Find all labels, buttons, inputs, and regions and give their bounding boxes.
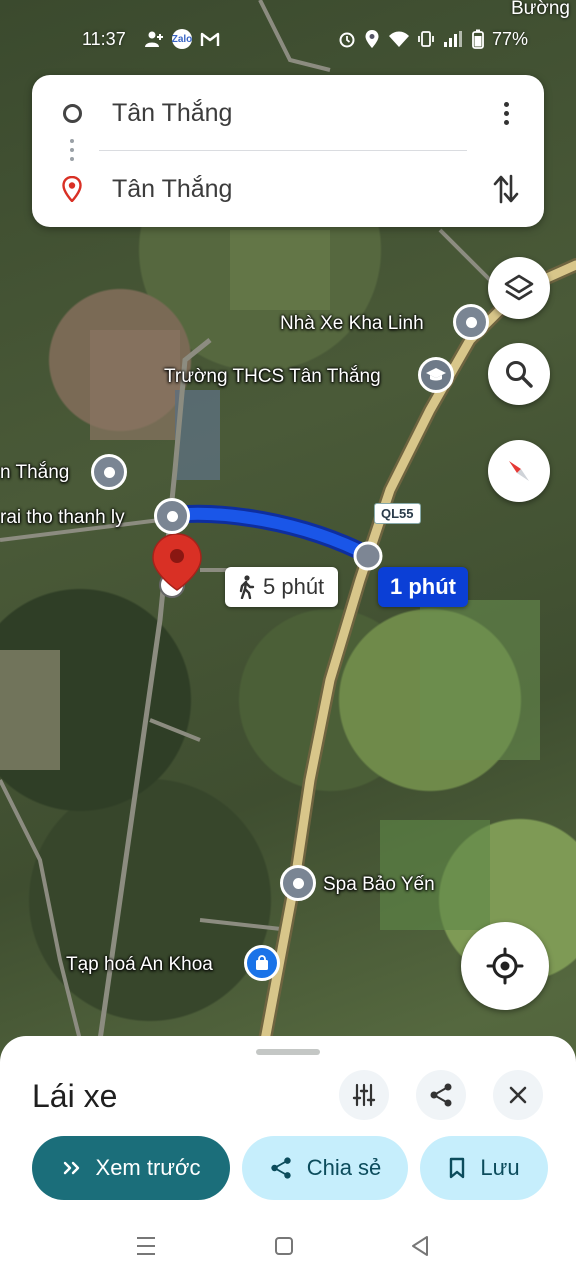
destination-field[interactable]: Tân Thắng: [32, 159, 544, 219]
search-icon: [506, 361, 533, 388]
destination-text: Tân Thắng: [112, 174, 233, 203]
directions-card: Tân Thắng Tân Thắng: [32, 75, 544, 227]
field-patch: [230, 230, 330, 310]
share-icon: [271, 1157, 291, 1179]
origin-field[interactable]: Tân Thắng: [32, 83, 544, 143]
minor-road: [199, 918, 291, 932]
alarm-icon: [339, 32, 355, 48]
back-button[interactable]: [406, 1232, 434, 1260]
route-end-node: [353, 541, 383, 571]
close-icon: [509, 1086, 527, 1104]
map-pin-icon[interactable]: [91, 454, 127, 490]
route-dots-icon: [70, 139, 74, 161]
share-label: Chia sẻ: [306, 1155, 382, 1180]
signal-icon: [443, 31, 462, 47]
share-button[interactable]: Chia sẻ: [242, 1136, 408, 1200]
my-location-button[interactable]: [461, 922, 549, 1010]
compass-icon: [509, 461, 529, 481]
poi-label[interactable]: Trường THCS Tân Thắng: [164, 366, 381, 388]
travel-mode-title: Lái xe: [32, 1078, 118, 1114]
road-shield: QL55: [374, 503, 421, 524]
preview-label: Xem trước: [95, 1155, 201, 1180]
swap-icon[interactable]: [488, 171, 524, 207]
school-icon[interactable]: [418, 357, 454, 393]
more-options-icon[interactable]: [490, 97, 522, 129]
destination-marker-icon: [62, 176, 82, 202]
save-button[interactable]: Lưu: [420, 1136, 548, 1200]
compass-button[interactable]: [488, 440, 550, 502]
origin-text: Tân Thắng: [112, 98, 233, 127]
back-icon: [412, 1236, 428, 1256]
poi-label[interactable]: Tạp hoá An Khoa: [66, 954, 213, 976]
layers-icon: [504, 274, 534, 301]
minor-road: [0, 779, 82, 1041]
walk-time-badge[interactable]: 5 phút: [225, 567, 339, 607]
minor-road: [149, 718, 201, 742]
status-bar: 11:37 Zalo 77%: [0, 22, 576, 56]
route-options-button[interactable]: [339, 1070, 389, 1120]
map-pin-icon[interactable]: [154, 498, 190, 534]
field-patch: [0, 650, 60, 770]
walking-icon: [239, 575, 255, 599]
save-label: Lưu: [480, 1155, 520, 1180]
home-icon: [275, 1237, 293, 1255]
drive-time-text: 1 phút: [390, 574, 456, 599]
vibrate-icon: [418, 31, 434, 47]
map-pin-icon[interactable]: [453, 304, 489, 340]
poi-label[interactable]: Spa Bảo Yến: [323, 874, 435, 896]
recents-icon: [137, 1237, 155, 1255]
double-chevron-icon: [63, 1161, 79, 1175]
tune-icon: [352, 1083, 376, 1107]
battery-percent: 77%: [491, 28, 528, 49]
preview-button[interactable]: Xem trước: [32, 1136, 230, 1200]
map-pin-icon[interactable]: [280, 865, 316, 901]
field-patch: [420, 600, 540, 760]
recents-button[interactable]: [132, 1232, 160, 1260]
home-button[interactable]: [270, 1232, 298, 1260]
search-button[interactable]: [488, 343, 550, 405]
battery-icon: [472, 29, 484, 49]
my-location-icon: [486, 947, 524, 985]
layers-button[interactable]: [488, 257, 550, 319]
divider: [99, 150, 467, 151]
gmail-icon: [200, 32, 220, 46]
share-icon: [430, 1083, 452, 1107]
origin-circle-icon: [62, 103, 82, 123]
poi-label[interactable]: n Thắng: [0, 462, 69, 484]
walk-time-text: 5 phút: [263, 574, 325, 599]
close-button[interactable]: [493, 1070, 543, 1120]
wifi-icon: [388, 31, 409, 47]
zalo-icon: Zalo: [172, 29, 192, 49]
map-corner-label: Bường: [511, 0, 570, 19]
drive-time-badge[interactable]: 1 phút: [378, 567, 468, 607]
add-person-icon: [145, 31, 163, 47]
bookmark-icon: [450, 1157, 465, 1179]
sheet-drag-handle[interactable]: [256, 1049, 320, 1055]
location-icon: [365, 30, 379, 48]
poi-label[interactable]: rai tho thanh ly: [0, 507, 125, 529]
status-time: 11:37: [82, 28, 126, 49]
share-route-button[interactable]: [416, 1070, 466, 1120]
poi-label[interactable]: Nhà Xe Kha Linh: [280, 313, 424, 335]
shopping-bag-icon[interactable]: [244, 945, 280, 981]
